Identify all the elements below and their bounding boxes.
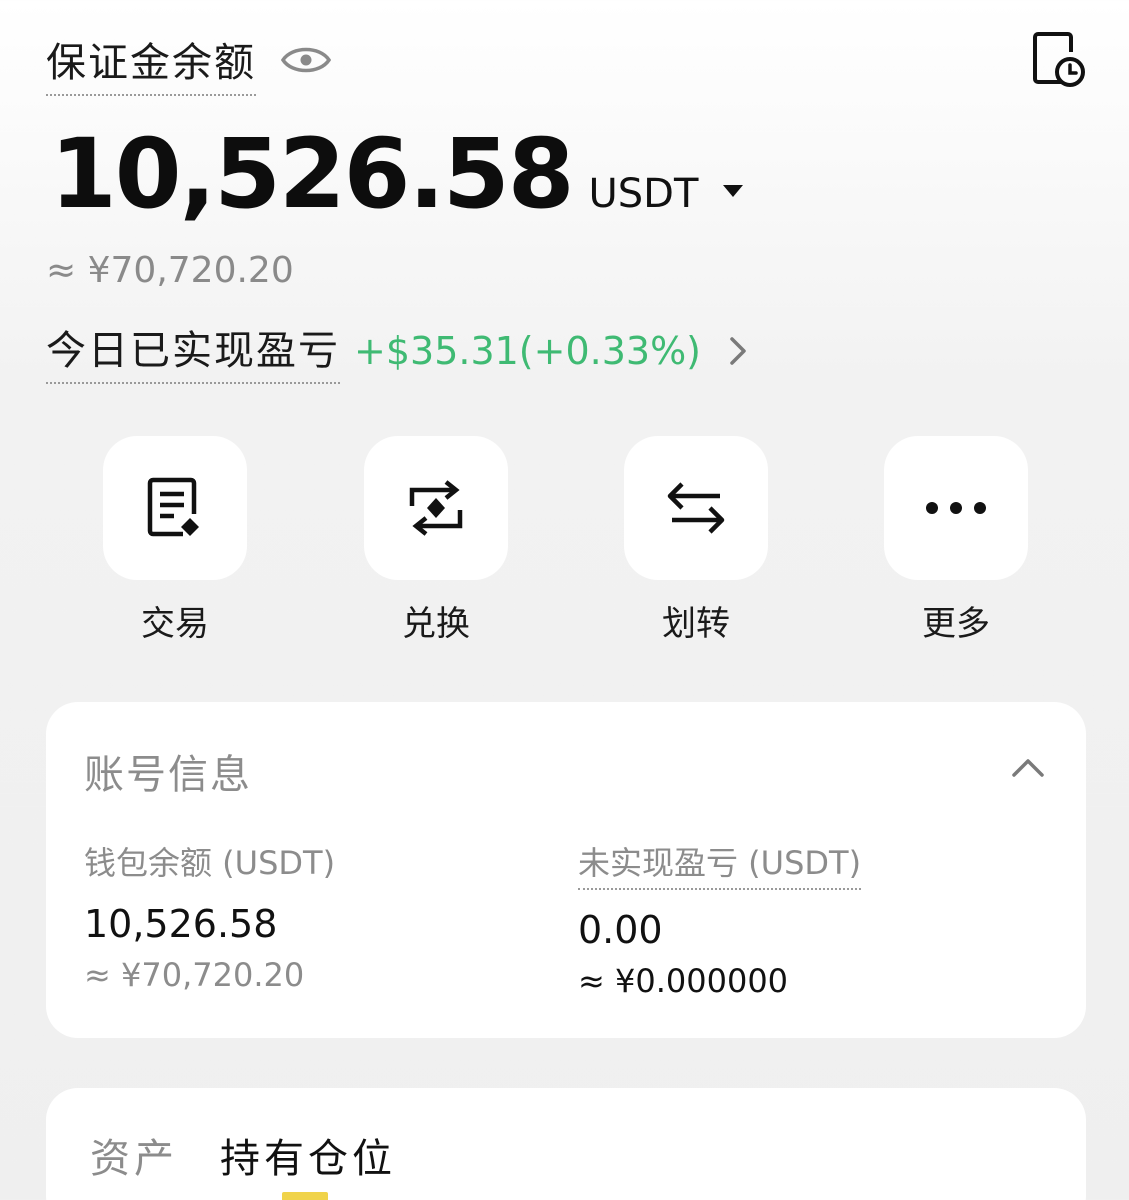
tab-positions[interactable]: 持有仓位	[220, 1126, 396, 1184]
page-title[interactable]: 保证金余额	[46, 30, 256, 96]
more-icon	[926, 502, 986, 514]
balance-value: 10,526.58	[50, 118, 575, 230]
transfer-label: 划转	[662, 604, 730, 644]
chevron-right-icon[interactable]	[727, 334, 749, 368]
convert-label: 兑换	[402, 604, 470, 644]
trade-label: 交易	[141, 604, 209, 644]
trade-button[interactable]: 交易	[103, 436, 247, 645]
wallet-balance-label: 钱包余额 (USDT)	[84, 844, 336, 882]
account-info-title: 账号信息	[84, 752, 252, 798]
unrealized-pnl-approx: ≈ ¥0.000000	[578, 962, 789, 1000]
balance-row: 10,526.58 USDT	[50, 118, 746, 230]
realized-pnl-value: +$35.31(+0.33%)	[354, 329, 702, 373]
chevron-up-icon[interactable]	[1010, 754, 1046, 780]
transfer-button[interactable]: 划转	[624, 436, 768, 645]
caret-down-icon[interactable]	[720, 181, 746, 201]
transfer-icon	[667, 482, 725, 534]
eye-icon[interactable]	[280, 40, 332, 80]
currency-selector[interactable]: USDT	[589, 171, 699, 217]
account-info-card: 账号信息 钱包余额 (USDT) 10,526.58 ≈ ¥70,720.20 …	[46, 702, 1086, 1038]
wallet-balance-value: 10,526.58	[84, 902, 278, 946]
assets-positions-card: 资产 持有仓位	[46, 1088, 1086, 1200]
active-tab-indicator	[282, 1192, 328, 1200]
more-button[interactable]: 更多	[884, 436, 1028, 645]
more-label: 更多	[922, 604, 990, 644]
convert-icon	[409, 480, 463, 536]
balance-cny-approx: ≈ ¥70,720.20	[46, 250, 294, 291]
history-icon[interactable]	[1030, 30, 1086, 90]
realized-pnl-row[interactable]: 今日已实现盈亏 +$35.31(+0.33%)	[46, 318, 749, 384]
wallet-balance-section: 钱包余额 (USDT) 10,526.58 ≈ ¥70,720.20	[84, 838, 335, 994]
wallet-balance-approx: ≈ ¥70,720.20	[84, 956, 305, 994]
unrealized-pnl-value: 0.00	[578, 908, 663, 952]
tab-assets[interactable]: 资产	[90, 1126, 178, 1184]
unrealized-pnl-section: 未实现盈亏 (USDT) 0.00 ≈ ¥0.000000	[578, 838, 862, 1000]
realized-pnl-label[interactable]: 今日已实现盈亏	[46, 318, 340, 384]
unrealized-pnl-label[interactable]: 未实现盈亏 (USDT)	[578, 838, 862, 890]
convert-button[interactable]: 兑换	[364, 436, 508, 645]
trade-icon	[147, 477, 199, 537]
